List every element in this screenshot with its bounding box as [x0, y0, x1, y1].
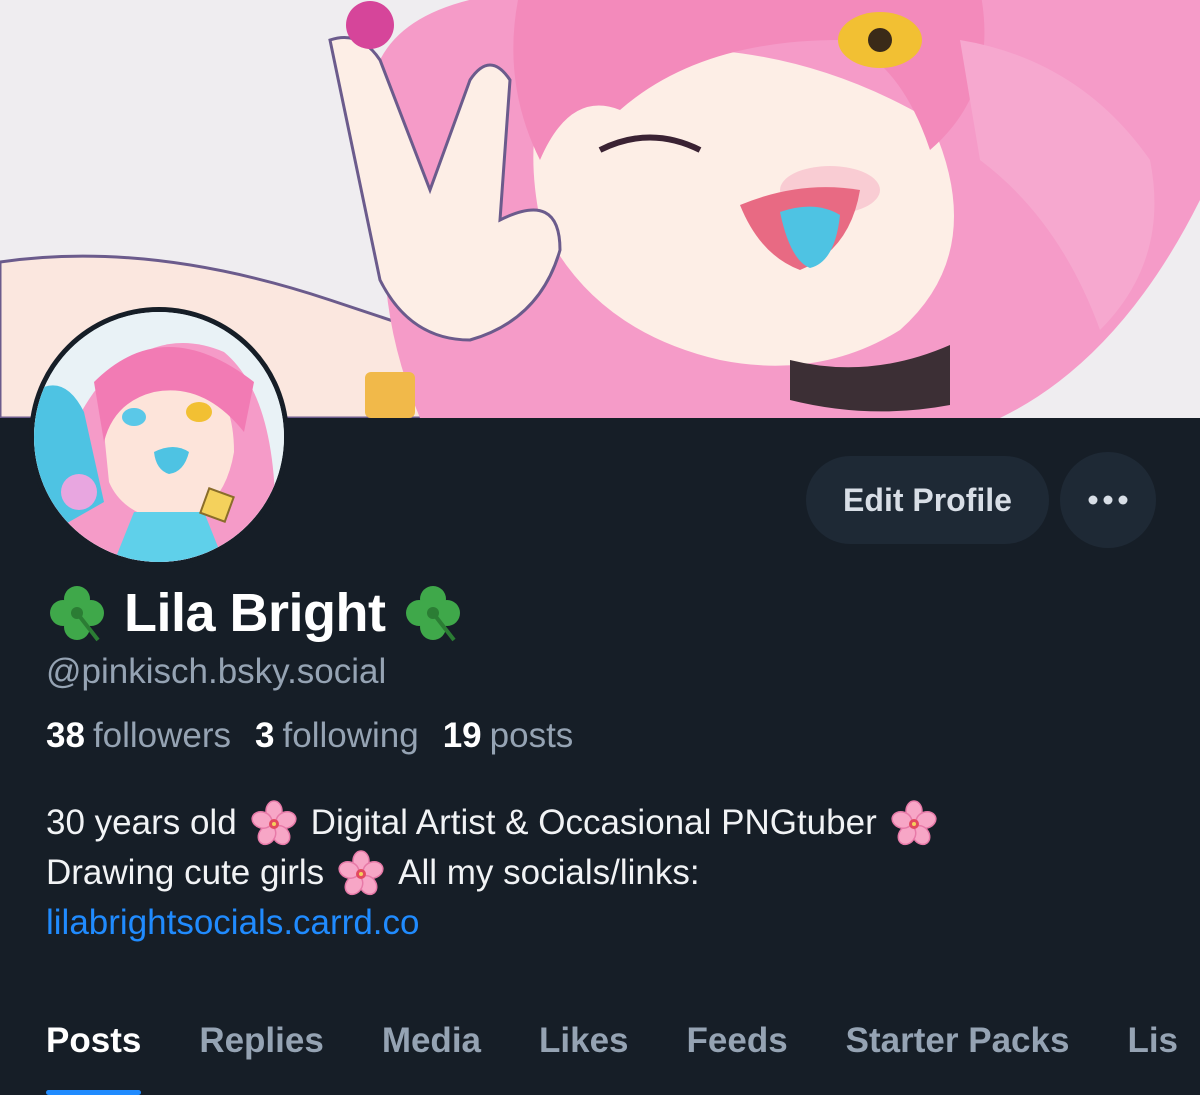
bio-link[interactable]: lilabrightsocials.carrd.co — [46, 898, 419, 948]
bio-text: All my socials/links: — [398, 853, 700, 892]
cherry-blossom-icon — [251, 800, 297, 846]
tab-label: Lis — [1127, 1021, 1179, 1060]
tab-label: Starter Packs — [845, 1021, 1070, 1060]
tab-label: Replies — [199, 1021, 324, 1060]
followers-count: 38 — [46, 716, 85, 755]
following-label: following — [282, 716, 419, 755]
following-stat[interactable]: 3 following — [255, 716, 419, 756]
shamrock-icon — [50, 586, 104, 642]
tab-posts[interactable]: Posts — [46, 1015, 142, 1095]
avatar-illustration — [34, 312, 284, 562]
avatar-image — [34, 312, 284, 562]
following-count: 3 — [255, 716, 275, 755]
cherry-blossom-icon — [338, 850, 384, 896]
profile-bio: 30 years old Digital Artist & Occasional… — [46, 798, 1166, 948]
edit-profile-button[interactable]: Edit Profile — [806, 456, 1049, 544]
bio-text: Drawing cute girls — [46, 853, 325, 892]
tab-label: Posts — [46, 1021, 142, 1060]
followers-label: followers — [92, 716, 232, 755]
tab-lists[interactable]: Lis — [1127, 1015, 1178, 1095]
shamrock-icon — [405, 586, 460, 642]
display-name-row: Lila Bright — [46, 578, 464, 648]
tab-label: Likes — [539, 1021, 629, 1060]
bio-line-3: lilabrightsocials.carrd.co — [46, 898, 1166, 948]
bio-line-1: 30 years old Digital Artist & Occasional… — [46, 798, 1166, 848]
profile-page: Edit Profile Lila Bright @pinkisch.bsky.… — [0, 0, 1200, 1095]
bio-text: Digital Artist & Occasional PNGtuber — [310, 803, 877, 842]
profile-handle: @pinkisch.bsky.social — [46, 652, 387, 691]
followers-stat[interactable]: 38 followers — [46, 716, 231, 756]
cherry-blossom-icon — [891, 800, 937, 846]
ellipsis-icon — [1088, 495, 1128, 505]
bio-line-2: Drawing cute girls All my socials/links: — [46, 848, 1166, 898]
tab-likes[interactable]: Likes — [539, 1015, 629, 1095]
more-options-button[interactable] — [1060, 452, 1156, 548]
bio-text: 30 years old — [46, 803, 237, 842]
active-tab-indicator — [46, 1090, 142, 1095]
posts-stat: 19 posts — [443, 716, 574, 756]
posts-label: posts — [489, 716, 574, 755]
posts-count: 19 — [442, 716, 482, 755]
tab-feeds[interactable]: Feeds — [687, 1015, 788, 1095]
tab-replies[interactable]: Replies — [199, 1015, 324, 1095]
tab-media[interactable]: Media — [382, 1015, 481, 1095]
profile-tabs: Posts Replies Media Likes Feeds Starter … — [0, 1015, 1200, 1095]
tab-label: Media — [381, 1021, 482, 1060]
display-name: Lila Bright — [124, 583, 386, 643]
tab-label: Feeds — [686, 1021, 788, 1060]
avatar[interactable] — [29, 307, 289, 567]
profile-stats: 38 followers 3 following 19 posts — [46, 716, 573, 756]
tab-starter-packs[interactable]: Starter Packs — [846, 1015, 1070, 1095]
